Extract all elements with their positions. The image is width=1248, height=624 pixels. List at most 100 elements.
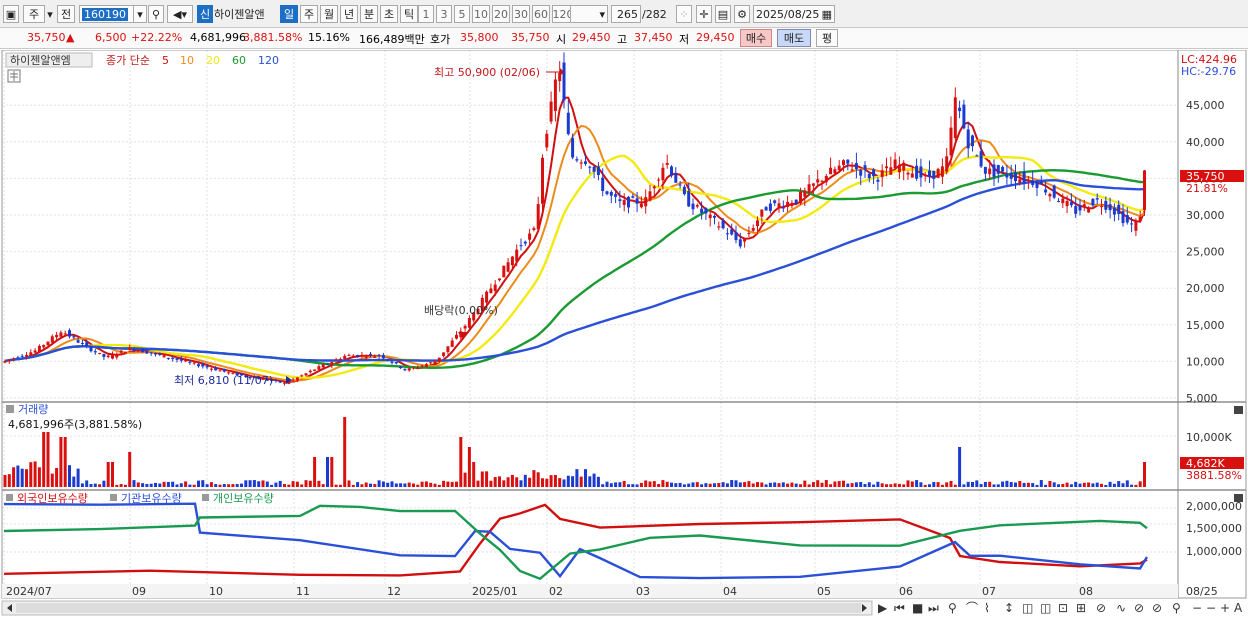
volume-bar — [55, 468, 59, 487]
code-input[interactable]: 160190 — [79, 5, 139, 23]
candle-body — [493, 284, 497, 292]
candle-body — [717, 226, 721, 228]
search-icon[interactable]: ⚲ — [148, 5, 164, 23]
volume-bar — [321, 484, 325, 487]
volume-bar — [700, 484, 704, 487]
period-dropdown[interactable]: ▾ — [570, 5, 608, 23]
svg-text:■: ■ — [912, 601, 923, 615]
volume-bar — [166, 481, 170, 487]
volume-bar — [7, 474, 11, 487]
gear-icon[interactable]: ⚙ — [734, 5, 750, 23]
candle-body — [1112, 207, 1116, 215]
stock-name: 하이젠알앤 — [214, 8, 265, 21]
minute-tab-5[interactable]: 5 — [454, 5, 470, 23]
buy-button[interactable]: 매수 — [740, 29, 772, 47]
volume-bar — [1130, 484, 1134, 487]
quote-bar: 35,750 ▲ 6,500 +22.22% 4,681,996 3,881.5… — [0, 28, 1248, 49]
candle-body — [356, 354, 360, 357]
period-tab-1[interactable]: 주 — [300, 5, 318, 23]
period-tab-3[interactable]: 년 — [340, 5, 358, 23]
menu-button[interactable]: 주 — [23, 5, 45, 23]
minute-tab-1[interactable]: 1 — [418, 5, 434, 23]
code-dropdown-icon[interactable]: ▾ — [133, 5, 147, 23]
candle-body — [390, 361, 394, 363]
candle-body — [46, 341, 50, 346]
period-tab-4[interactable]: 분 — [360, 5, 378, 23]
date-input[interactable]: 2025/08/25 ▦ — [753, 5, 835, 23]
volume-bar — [313, 457, 317, 487]
mode-button[interactable]: 전 — [57, 5, 75, 23]
candle-body — [837, 165, 841, 171]
minute-tab-3[interactable]: 3 — [436, 5, 452, 23]
candle-body — [863, 165, 867, 170]
candle-body — [149, 352, 153, 354]
chevron-down-icon[interactable]: ▾ — [44, 5, 56, 23]
change-pct: +22.22% — [131, 31, 183, 44]
holdings-tick-label: 1,000,000 — [1186, 545, 1242, 558]
volume-bar — [872, 484, 876, 487]
svg-text:⊘: ⊘ — [1152, 601, 1162, 615]
minute-tab-60[interactable]: 60 — [532, 5, 550, 23]
window-icon[interactable]: ▣ — [3, 5, 19, 23]
volume-bar — [704, 483, 708, 487]
candle-body — [704, 208, 708, 214]
candle-body — [369, 353, 372, 355]
volume-bar — [360, 484, 364, 487]
minute-tab-10[interactable]: 10 — [472, 5, 490, 23]
candle-body — [154, 353, 157, 355]
period-tab-2[interactable]: 월 — [320, 5, 338, 23]
candle-body — [575, 159, 579, 161]
ma-legend-5: 5 — [162, 54, 169, 67]
minute-tab-20[interactable]: 20 — [492, 5, 510, 23]
volume-bar — [450, 481, 454, 487]
volume-bar — [627, 484, 630, 487]
code-value: 160190 — [82, 7, 128, 21]
period-tab-6[interactable]: 틱 — [400, 5, 418, 23]
candle-body — [605, 191, 609, 195]
candle-body — [209, 368, 213, 370]
candle-body — [1014, 172, 1017, 182]
sell-button[interactable]: 매도 — [777, 29, 811, 47]
candle-body — [317, 366, 321, 370]
volume-bar — [1018, 481, 1022, 487]
high-label: 고 — [617, 33, 628, 46]
volume-bar — [231, 484, 235, 487]
volume-bar — [532, 470, 536, 487]
volume-bar — [618, 482, 622, 487]
volume-bar — [1057, 484, 1060, 487]
candle-body — [1125, 215, 1129, 223]
candle-body — [80, 342, 84, 344]
eval-button[interactable]: 평 — [816, 29, 838, 47]
period-tab-0[interactable]: 일 — [280, 5, 298, 23]
save-icon[interactable]: ▤ — [715, 5, 731, 23]
period-tab-5[interactable]: 초 — [380, 5, 398, 23]
volume-bar — [1104, 484, 1108, 487]
candle-body — [128, 347, 132, 351]
speaker-icon[interactable]: ◀▾ — [167, 5, 193, 23]
count-input[interactable]: 265 — [611, 5, 641, 23]
stock-chart[interactable]: 45,00040,00035,00030,00025,00020,00015,0… — [0, 49, 1248, 621]
candle-body — [807, 184, 811, 193]
candle-body — [790, 203, 794, 207]
calendar-icon[interactable]: ▦ — [822, 8, 832, 21]
candle-body — [278, 380, 282, 383]
candle-body — [584, 161, 587, 164]
volume-bar — [846, 483, 850, 487]
candle-body — [502, 265, 506, 278]
candle-body — [123, 351, 127, 354]
volume-bar — [429, 482, 433, 487]
open-value: 29,450 — [572, 31, 611, 44]
volume-bar — [192, 484, 196, 487]
chart-area[interactable]: 45,00040,00035,00030,00025,00020,00015,0… — [0, 49, 1248, 621]
volume-bar — [1005, 480, 1009, 487]
volume-bar — [489, 480, 493, 487]
volume-bar — [338, 484, 342, 487]
grid-icon[interactable]: ⁘ — [676, 5, 692, 23]
volume-bar — [575, 469, 579, 487]
crosshair-icon[interactable]: ✛ — [696, 5, 712, 23]
candle-body — [893, 159, 897, 168]
minute-tab-30[interactable]: 30 — [512, 5, 530, 23]
volume-bar — [356, 482, 360, 487]
x-axis-label: 06 — [899, 585, 913, 598]
volume-bar — [923, 484, 927, 487]
